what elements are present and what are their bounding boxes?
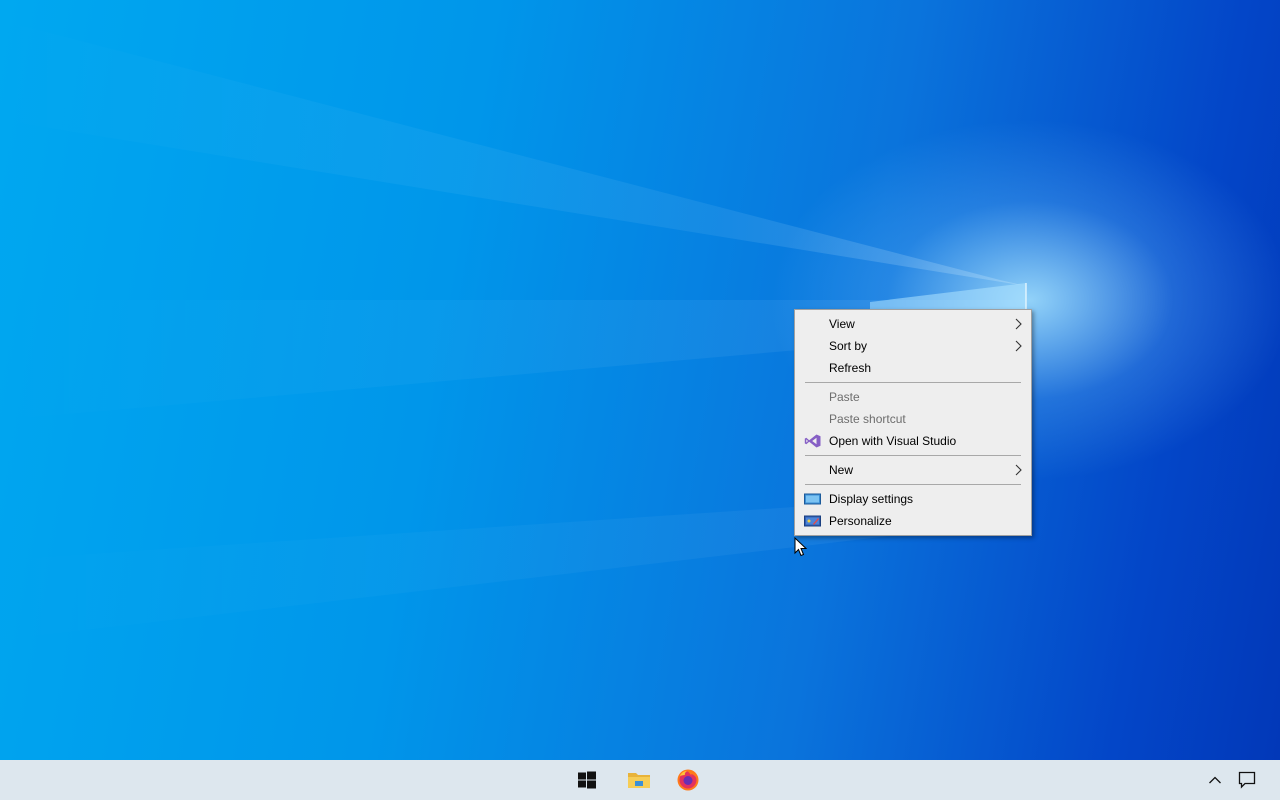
menu-item-label: New [829,463,854,477]
menu-item-label: Refresh [829,361,872,375]
personalize-icon [804,515,821,527]
menu-item-paste[interactable]: Paste [795,386,1031,408]
wallpaper-light-beams [0,20,1027,640]
menu-item-label: Paste [829,390,860,404]
menu-item-display-settings[interactable]: Display settings [795,488,1031,510]
menu-item-label: Sort by [829,339,868,353]
visual-studio-icon [804,434,821,448]
menu-item-open-with-visual-studio[interactable]: Open with Visual Studio [795,430,1031,452]
menu-item-view[interactable]: View [795,313,1031,335]
notification-icon [1238,771,1256,789]
taskbar [0,760,1280,800]
chevron-right-icon [1015,464,1022,476]
desktop[interactable] [0,0,1280,760]
menu-separator [805,382,1021,383]
menu-item-label: Personalize [829,514,892,528]
menu-item-sort-by[interactable]: Sort by [795,335,1031,357]
start-button[interactable] [563,760,611,800]
menu-item-label: Display settings [829,492,914,506]
menu-item-new[interactable]: New [795,459,1031,481]
folder-icon [628,773,650,788]
chevron-right-icon [1015,318,1022,330]
windows-logo-icon [578,771,596,789]
menu-item-label: Open with Visual Studio [829,434,957,448]
menu-separator [805,455,1021,456]
menu-item-personalize[interactable]: Personalize [795,510,1031,532]
mouse-cursor-icon [794,537,808,557]
menu-item-refresh[interactable]: Refresh [795,357,1031,379]
chevron-up-icon [1209,776,1221,784]
taskbar-firefox[interactable] [664,760,712,800]
menu-item-label: View [829,317,855,331]
firefox-icon [677,769,699,791]
chevron-right-icon [1015,340,1022,352]
action-center-button[interactable] [1223,760,1271,800]
taskbar-file-explorer[interactable] [615,760,663,800]
menu-item-paste-shortcut[interactable]: Paste shortcut [795,408,1031,430]
menu-item-label: Paste shortcut [829,412,906,426]
desktop-context-menu: View Sort by Refresh Paste Paste shortcu… [794,309,1032,536]
display-settings-icon [804,493,821,505]
menu-separator [805,484,1021,485]
